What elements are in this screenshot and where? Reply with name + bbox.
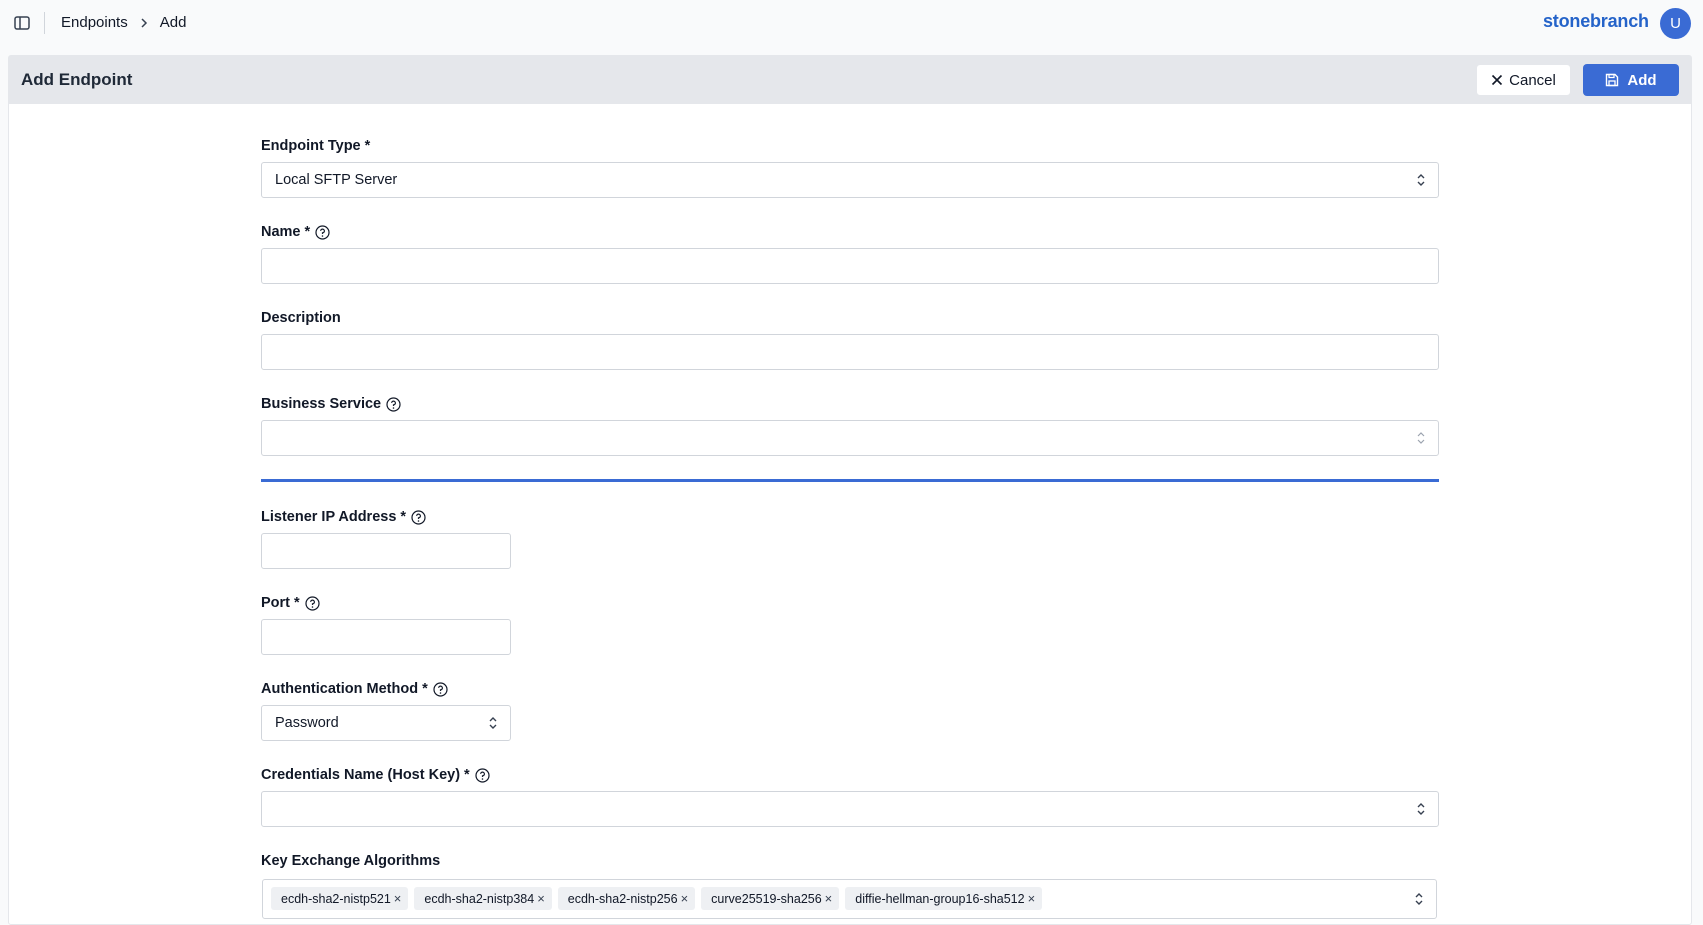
algorithm-chip: diffie-hellman-group16-sha512 × [845,887,1043,910]
key-exchange-multiselect[interactable]: ecdh-sha2-nistp521 × ecdh-sha2-nistp384 … [262,879,1437,919]
add-button-label: Add [1627,71,1657,89]
listener-ip-input[interactable] [275,534,510,568]
algorithm-chip-label: curve25519-sha256 [711,891,822,906]
endpoint-type-select[interactable]: Local SFTP Server [261,162,1439,198]
chevron-up-down-icon [1417,432,1425,444]
algorithm-chip-label: ecdh-sha2-nistp384 [424,891,535,906]
save-icon [1605,73,1619,87]
algorithm-chip: ecdh-sha2-nistp384 × [414,887,552,910]
port-input[interactable] [275,620,510,654]
endpoint-type-value: Local SFTP Server [275,172,398,188]
endpoint-type-label: Endpoint Type * [261,138,370,154]
algorithm-chip-label: ecdh-sha2-nistp521 [281,891,391,906]
business-service-select[interactable] [261,420,1439,456]
chevron-up-down-icon [489,717,497,729]
name-input[interactable] [275,249,1438,283]
key-exchange-label: Key Exchange Algorithms [261,853,440,869]
close-icon[interactable]: × [394,891,402,906]
help-circle-icon[interactable] [315,224,330,240]
algorithm-chip: ecdh-sha2-nistp521 × [271,887,409,910]
credentials-host-key-label: Credentials Name (Host Key) * [261,767,490,783]
listener-ip-label-text: Listener IP Address * [261,509,407,525]
business-service-label-text: Business Service [261,396,382,412]
page-title: Add Endpoint [21,70,133,89]
name-field[interactable] [261,248,1439,284]
port-label: Port * [261,595,320,611]
close-icon[interactable]: × [537,891,545,906]
name-label: Name * [261,224,330,240]
auth-method-label-text: Authentication Method * [261,681,428,697]
cancel-button[interactable]: Cancel [1476,64,1571,96]
breadcrumb-endpoints-link[interactable]: Endpoints [61,14,128,31]
chevron-up-down-icon [1417,174,1425,186]
help-circle-icon[interactable] [386,396,401,412]
close-icon[interactable]: × [825,891,833,906]
close-icon [1491,74,1503,86]
listener-ip-field[interactable] [261,533,511,569]
user-avatar[interactable]: U [1660,8,1691,39]
stonebranch-logo: stonebranch [1543,11,1649,31]
port-field[interactable] [261,619,511,655]
auth-method-value: Password [275,715,339,731]
help-circle-icon[interactable] [475,767,490,783]
business-service-label: Business Service [261,396,401,412]
credentials-host-key-select[interactable] [261,791,1439,827]
algorithm-chip-label: diffie-hellman-group16-sha512 [855,891,1025,906]
topbar-divider [44,12,45,34]
algorithm-chip: curve25519-sha256 × [701,887,840,910]
algorithm-chip: ecdh-sha2-nistp256 × [557,887,696,910]
auth-method-select[interactable]: Password [261,705,511,741]
close-icon[interactable]: × [681,891,689,906]
add-button[interactable]: Add [1583,64,1679,96]
cancel-button-label: Cancel [1509,71,1556,89]
port-label-text: Port * [261,595,300,611]
help-circle-icon[interactable] [411,509,426,525]
close-icon[interactable]: × [1028,891,1036,906]
chevron-right-icon [140,17,148,29]
top-bar: Endpoints Add stonebranch U [0,0,1703,47]
description-label: Description [261,310,341,326]
chevron-up-down-icon [1417,803,1425,815]
description-field[interactable] [261,334,1439,370]
breadcrumb: Endpoints Add [61,14,186,31]
description-label-text: Description [261,310,341,326]
auth-method-label: Authentication Method * [261,681,448,697]
name-label-text: Name * [261,224,311,240]
endpoint-type-label-text: Endpoint Type * [261,138,371,154]
key-exchange-chips: ecdh-sha2-nistp521 × ecdh-sha2-nistp384 … [271,887,1043,910]
panel-header: Add Endpoint Cancel Add [9,56,1691,104]
section-divider [261,479,1439,482]
breadcrumb-current: Add [159,14,187,31]
credentials-host-key-label-text: Credentials Name (Host Key) * [261,767,470,783]
chevron-up-down-icon [1415,893,1423,905]
sidebar-toggle-icon[interactable] [12,14,32,32]
listener-ip-label: Listener IP Address * [261,509,426,525]
help-circle-icon[interactable] [305,595,320,611]
description-input[interactable] [275,335,1438,369]
help-circle-icon[interactable] [433,681,448,697]
key-exchange-label-text: Key Exchange Algorithms [261,853,441,869]
algorithm-chip-label: ecdh-sha2-nistp256 [567,891,678,906]
